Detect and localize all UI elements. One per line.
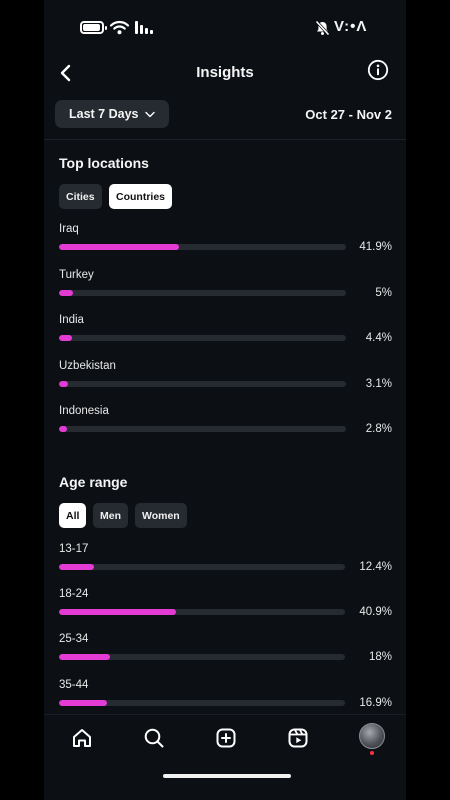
location-bar-track [59,426,346,432]
tab-search[interactable] [141,725,167,751]
location-label: Indonesia [59,405,109,417]
tab-countries[interactable]: Countries [109,184,173,209]
home-icon [73,729,91,747]
age-bar-fill [59,609,176,615]
date-range-text: Oct 27 - Nov 2 [305,107,392,122]
reels-icon [288,728,308,748]
age-percent: 40.9% [359,606,392,618]
tab-men[interactable]: Men [93,503,128,528]
age-bar-track [59,609,345,615]
home-indicator [163,774,291,778]
age-percent: 18% [368,651,392,663]
age-percent: 16.9% [359,697,392,709]
notification-dot [370,751,374,755]
age-range-title: Age range [59,474,128,490]
search-icon [144,728,164,748]
date-range-dropdown[interactable]: Last 7 Days [55,100,170,128]
age-label: 13-17 [59,543,89,555]
tab-reels[interactable] [285,725,311,751]
location-label: Uzbekistan [59,360,116,372]
top-locations-title: Top locations [59,155,149,171]
info-icon[interactable] [367,59,389,81]
age-label: 18-24 [59,588,89,600]
location-bar-fill [59,290,74,296]
status-time: V:•Λ [334,18,368,35]
date-range-label: Last 7 Days [69,107,139,121]
age-bar-fill [59,564,95,570]
location-label: Iraq [59,223,79,235]
location-percent: 5% [375,287,392,299]
insights-screen: V:•Λ Insights Last 7 Days Oct 27 - Nov 2… [44,0,406,800]
location-bar-fill [59,244,180,250]
location-bar-fill [59,381,68,387]
wifi-icon [110,20,129,35]
status-bar: V:•Λ [44,14,406,42]
page-title: Insights [196,64,254,81]
cellular-signal-icon [135,21,153,34]
age-bar-fill [59,654,111,660]
age-bar-fill [59,700,108,706]
age-label: 25-34 [59,633,89,645]
location-bar-track [59,335,346,341]
location-percent: 4.4% [365,332,392,344]
location-label: India [59,314,84,326]
bottom-tab-bar [44,714,406,762]
age-bar-track [59,700,345,706]
location-bar-track [59,290,346,296]
age-bar-track [59,654,345,660]
location-bar-track [59,381,346,387]
divider [44,139,406,140]
location-bar-fill [59,335,72,341]
tab-cities[interactable]: Cities [59,184,102,209]
bell-muted-icon [315,20,330,36]
battery-icon [80,21,107,34]
age-percent: 12.4% [359,561,392,573]
age-label: 35-44 [59,679,89,691]
tab-create[interactable] [213,725,239,751]
location-label: Turkey [59,269,94,281]
chevron-down-icon [145,111,156,117]
header: Insights [44,52,406,92]
location-percent: 41.9% [359,241,392,253]
age-bar-track [59,564,345,570]
create-icon [216,728,236,748]
location-bar-track [59,244,346,250]
location-percent: 2.8% [365,423,392,435]
location-bar-fill [59,426,68,432]
tab-all[interactable]: All [59,503,87,528]
tab-home[interactable] [69,725,95,751]
profile-avatar[interactable] [359,723,385,749]
tab-women[interactable]: Women [135,503,187,528]
location-percent: 3.1% [365,378,392,390]
